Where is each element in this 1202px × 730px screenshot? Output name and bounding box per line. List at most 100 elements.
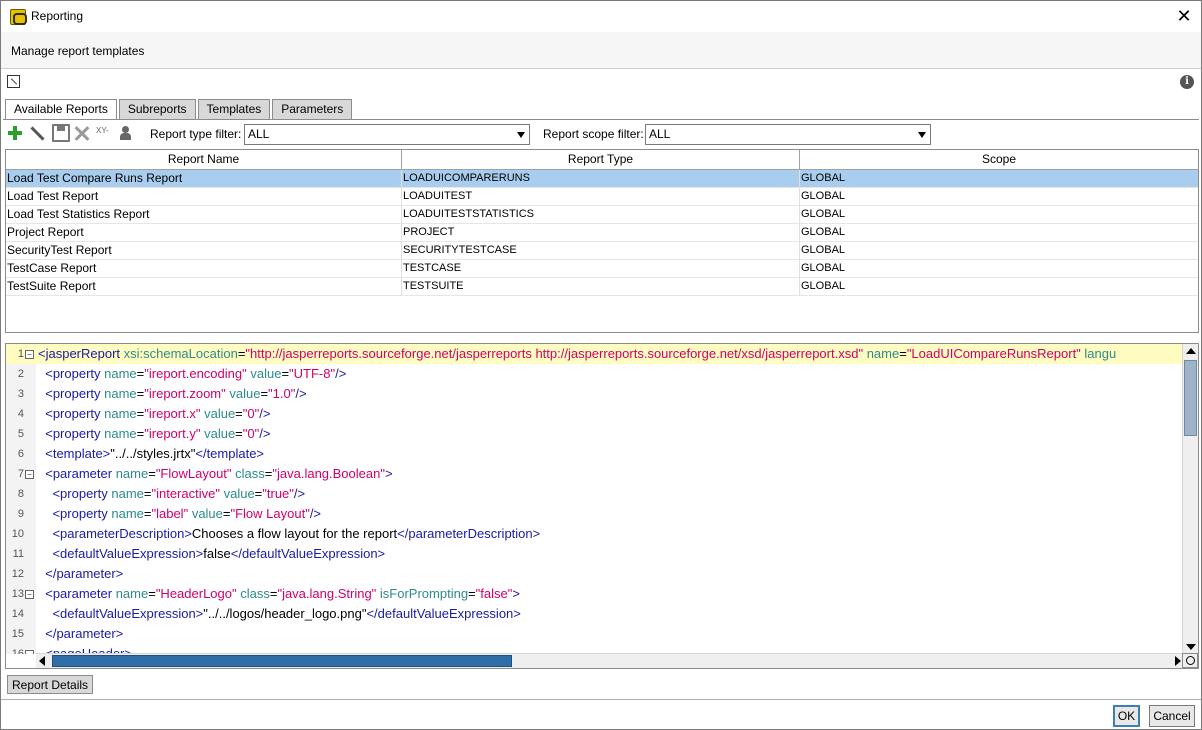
info-icon[interactable]: i xyxy=(1180,75,1194,89)
column-header-report-type[interactable]: Report Type xyxy=(402,150,800,170)
code-token: <parameter xyxy=(45,466,116,481)
code-token: false xyxy=(203,546,231,561)
code-line[interactable]: 15 </parameter> xyxy=(6,624,1184,644)
code-token: "1.0" xyxy=(268,386,296,401)
scope-cell: GLOBAL xyxy=(801,244,846,256)
table-row[interactable]: Project Report PROJECT GLOBAL xyxy=(6,224,1198,242)
code-token: Chooses a flow layout for the report xyxy=(191,526,398,541)
line-number: 12 xyxy=(11,568,24,580)
line-number: 5 xyxy=(17,428,24,440)
table-row[interactable]: TestCase Report TESTCASE GLOBAL xyxy=(6,260,1198,278)
delete-icon[interactable] xyxy=(73,124,91,142)
scroll-right-icon[interactable] xyxy=(1175,656,1181,666)
report-scope-filter-label: Report scope filter: xyxy=(543,127,644,141)
code-line[interactable]: 11 <defaultValueExpression>false</defaul… xyxy=(6,544,1184,564)
xml-editor[interactable]: 1− <jasperReport xsi:schemaLocation="http… xyxy=(5,343,1199,669)
code-line[interactable]: 14 <defaultValueExpression>"../../logos/… xyxy=(6,604,1184,624)
plus-icon[interactable] xyxy=(7,124,25,142)
code-line[interactable]: 7− <parameter name="FlowLayout" class="j… xyxy=(6,464,1184,484)
reporting-dialog: Reporting ✕ Manage report templates i Av… xyxy=(0,0,1202,730)
code-line[interactable]: 8 <property name="interactive" value="tr… xyxy=(6,484,1184,504)
cancel-button[interactable]: Cancel xyxy=(1149,705,1195,727)
report-scope-filter-select[interactable]: ALL xyxy=(645,124,931,145)
code-line[interactable]: 13− <parameter name="HeaderLogo" class="… xyxy=(6,584,1184,604)
vertical-scroll-thumb[interactable] xyxy=(1184,360,1197,436)
table-row[interactable]: Load Test Statistics Report LOADUITESTSTA… xyxy=(6,206,1198,224)
code-text: <parameter name="FlowLayout" class="java… xyxy=(38,464,392,484)
report-scope-filter-value: ALL xyxy=(649,127,671,141)
code-line[interactable]: 12 </parameter> xyxy=(6,564,1184,584)
fold-toggle-icon[interactable]: − xyxy=(25,590,34,599)
code-line[interactable]: 5 <property name="ireport.y" value="0"/> xyxy=(6,424,1184,444)
report-type-filter-select[interactable]: ALL xyxy=(244,124,530,145)
table-row[interactable]: Load Test Report LOADUITEST GLOBAL xyxy=(6,188,1198,206)
code-line[interactable]: 9 <property name="label" value="Flow Lay… xyxy=(6,504,1184,524)
code-text: <defaultValueExpression>false</defaultVa… xyxy=(38,544,385,564)
code-token: <defaultValueExpression> xyxy=(52,606,204,621)
close-button[interactable]: ✕ xyxy=(1173,5,1195,27)
line-number: 7 xyxy=(17,468,24,480)
tab-available-reports[interactable]: Available Reports xyxy=(5,99,117,120)
fold-toggle-icon[interactable]: − xyxy=(25,650,34,654)
code-token: "ireport.encoding" xyxy=(144,366,247,381)
code-text: <property name="ireport.encoding" value=… xyxy=(38,364,346,384)
code-token: </template> xyxy=(195,446,265,461)
report-details-tab[interactable]: Report Details xyxy=(7,675,94,694)
code-text: <property name="interactive" value="true… xyxy=(38,484,305,504)
vertical-scrollbar[interactable] xyxy=(1182,344,1198,654)
code-token: /> xyxy=(309,506,322,521)
code-line[interactable]: 10 <parameterDescription>Chooses a flow … xyxy=(6,524,1184,544)
code-token: value xyxy=(223,486,255,501)
zoom-icon[interactable] xyxy=(1182,653,1198,668)
tab-subreports[interactable]: Subreports xyxy=(118,99,196,119)
ok-button[interactable]: OK xyxy=(1113,705,1140,727)
line-number: 2 xyxy=(17,368,24,380)
table-row[interactable]: TestSuite Report TESTSUITE GLOBAL xyxy=(6,278,1198,296)
code-token: <property xyxy=(45,426,105,441)
scope-cell: GLOBAL xyxy=(801,208,846,220)
save-icon[interactable] xyxy=(52,124,70,142)
xy-icon[interactable]: XY- xyxy=(96,124,116,142)
edit-icon[interactable] xyxy=(29,124,47,142)
column-header-scope[interactable]: Scope xyxy=(800,150,1198,170)
code-token: value xyxy=(229,386,261,401)
code-text: <property name="ireport.y" value="0"/> xyxy=(38,424,270,444)
code-token: name xyxy=(104,406,137,421)
report-type-cell: TESTCASE xyxy=(402,260,800,278)
code-token: "../../logos/header_logo.png" xyxy=(203,606,367,621)
scope-cell: GLOBAL xyxy=(801,190,846,202)
code-token: "java.lang.String" xyxy=(277,586,377,601)
report-type-filter-label: Report type filter: xyxy=(150,127,242,141)
code-token: </parameterDescription> xyxy=(397,526,541,541)
code-line[interactable]: 1− <jasperReport xsi:schemaLocation = "http… xyxy=(6,344,1184,364)
code-token: <property xyxy=(45,366,105,381)
fold-toggle-icon[interactable]: − xyxy=(25,350,34,359)
code-token: </parameter> xyxy=(45,566,124,581)
code-token: name xyxy=(115,586,149,601)
code-area[interactable]: 1− <jasperReport xsi:schemaLocation="http… xyxy=(6,344,1184,654)
tab-templates[interactable]: Templates xyxy=(197,99,271,119)
scope-cell: GLOBAL xyxy=(801,172,846,184)
expand-icon[interactable] xyxy=(7,75,20,88)
code-token: "interactive" xyxy=(151,486,220,501)
scroll-up-icon[interactable] xyxy=(1186,348,1196,354)
code-line[interactable]: 2 <property name = "ireport.encoding" valu… xyxy=(6,364,1184,384)
column-header-report-name[interactable]: Report Name xyxy=(6,150,402,170)
line-number: 15 xyxy=(11,628,24,640)
tab-parameters[interactable]: Parameters xyxy=(272,99,353,119)
horizontal-scrollbar[interactable] xyxy=(36,653,1184,668)
user-icon[interactable] xyxy=(117,124,135,142)
scroll-left-icon[interactable] xyxy=(39,656,45,666)
horizontal-scroll-thumb[interactable] xyxy=(52,655,512,667)
scroll-down-icon[interactable] xyxy=(1186,644,1196,650)
fold-toggle-icon[interactable]: − xyxy=(25,470,34,479)
line-number: 10 xyxy=(11,528,24,540)
code-token: <jasperReport xyxy=(38,346,124,361)
code-line[interactable]: 3 <property name="ireport.zoom" value="1… xyxy=(6,384,1184,404)
table-row[interactable]: SecurityTest Report SECURITYTESTCASE GLOBA… xyxy=(6,242,1198,260)
code-line[interactable]: 6 <template>"../../styles.jrtx"</templat… xyxy=(6,444,1184,464)
table-row[interactable]: Load Test Compare Runs Report LOADUICOMPA… xyxy=(6,170,1198,188)
code-line[interactable]: 4 <property name="ireport.x" value="0"/> xyxy=(6,404,1184,424)
